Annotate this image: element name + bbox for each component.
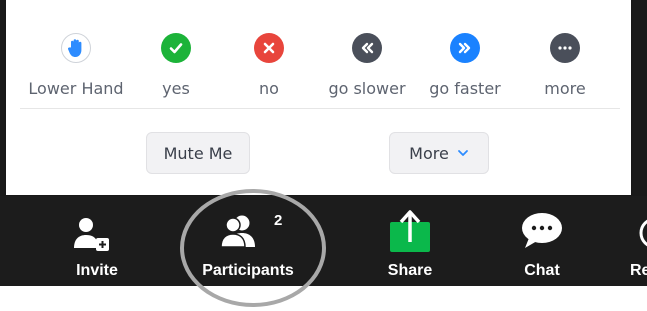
x-icon <box>254 33 284 63</box>
record-button[interactable]: Re <box>628 196 647 286</box>
yes-button[interactable]: yes <box>126 33 226 98</box>
check-icon <box>161 33 191 63</box>
raise-hand-icon <box>61 33 91 63</box>
more-button[interactable]: More <box>389 132 489 174</box>
invite-button[interactable]: Invite <box>57 196 137 286</box>
reaction-label: yes <box>162 79 190 98</box>
reaction-label: more <box>544 79 586 98</box>
chat-bubble-icon <box>522 213 562 248</box>
invite-label: Invite <box>76 262 118 279</box>
chevron-down-icon <box>457 150 468 156</box>
meeting-toolbar: Invite 2 Participants Share Chat Re <box>0 196 647 286</box>
go-faster-button[interactable]: go faster <box>415 33 515 98</box>
mute-me-label: Mute Me <box>163 143 233 163</box>
reaction-label: Lower Hand <box>28 79 124 98</box>
more-label: More <box>409 143 449 163</box>
reaction-label: go slower <box>328 79 406 98</box>
reaction-label: go faster <box>429 79 501 98</box>
add-user-icon <box>74 218 109 251</box>
chat-button[interactable]: Chat <box>502 196 582 286</box>
reaction-row: Lower Hand yes no go slower go faster mo… <box>6 33 631 103</box>
participants-reactions-panel: Lower Hand yes no go slower go faster mo… <box>6 0 631 195</box>
share-screen-icon <box>390 210 430 252</box>
participant-count-badge: 2 <box>274 212 283 229</box>
participants-button[interactable]: 2 Participants <box>188 196 308 286</box>
chat-label: Chat <box>524 262 560 279</box>
ellipsis-icon <box>550 33 580 63</box>
no-button[interactable]: no <box>219 33 319 98</box>
record-label: Re <box>630 262 647 279</box>
share-label: Share <box>387 262 433 279</box>
reaction-label: no <box>259 79 279 98</box>
more-reactions-button[interactable]: more <box>515 33 615 98</box>
lower-hand-button[interactable]: Lower Hand <box>26 33 126 98</box>
rewind-icon <box>352 33 382 63</box>
share-button[interactable]: Share <box>370 196 450 286</box>
mute-me-button[interactable]: Mute Me <box>146 132 250 174</box>
participants-icon <box>221 215 255 248</box>
fast-forward-icon <box>450 33 480 63</box>
record-icon <box>639 219 647 247</box>
panel-divider <box>20 108 620 109</box>
go-slower-button[interactable]: go slower <box>317 33 417 98</box>
participants-label: Participants <box>202 262 294 279</box>
